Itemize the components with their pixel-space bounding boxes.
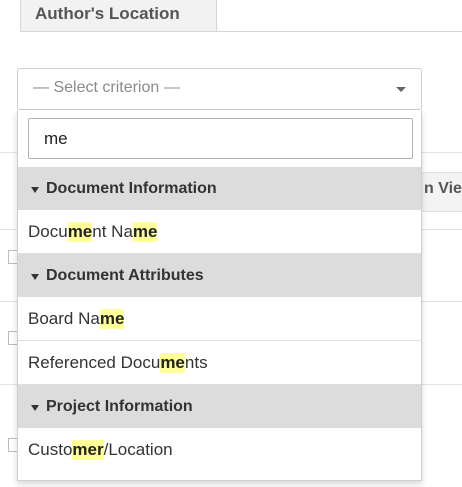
option-item[interactable]: Custo mer/Location [18,428,421,472]
option-text: nts [184,352,208,372]
search-input[interactable] [29,119,412,158]
match-highlight: me [132,221,158,242]
option-text: /Location [103,440,173,459]
option-text: Custo [28,440,73,459]
group-label: Document Information [46,179,217,197]
option-list: Document Information Docu me nt Na me Documen… [18,167,421,472]
match-highlight: me [99,308,125,329]
triangle-down-icon [31,186,39,193]
option-item[interactable]: Docu me nt Na me [18,210,421,254]
criterion-select[interactable]: — Select criterion — [17,68,422,110]
group-label: Project Information [46,397,193,415]
search-field[interactable] [28,118,413,159]
group-header-project-information[interactable]: Project Information [18,385,421,428]
tab-authors-location[interactable]: Author's Location [20,0,217,32]
option-item[interactable]: Referenced Docu me nts [18,341,421,385]
caret-down-icon[interactable] [396,87,406,92]
triangle-down-icon [31,273,39,280]
option-text: Docu [28,221,68,241]
group-label: Document Attributes [46,266,204,284]
option-text: nt Na [92,221,133,241]
match-highlight: me [67,221,93,242]
criterion-dropdown: Document InformationDocument NameDocumen… [17,110,422,481]
page: Author's Location n Vie — Select criteri… [0,0,462,487]
tab-bar-divider [217,31,462,32]
select-placeholder: — Select criterion — [33,79,180,96]
tab-label: Author's Location [35,4,180,23]
option-item[interactable]: Board Na me [18,297,421,341]
table-column-header: n Vie [424,180,462,197]
group-header-document-attributes[interactable]: Document Attributes [18,254,421,297]
option-text: Referenced Docu [28,352,161,372]
match-highlight: me [160,352,185,373]
match-highlight: mer [72,440,104,460]
group-header-document-information[interactable]: Document Information [18,167,421,210]
option-text: Board Na [28,308,100,328]
triangle-down-icon [31,404,39,411]
